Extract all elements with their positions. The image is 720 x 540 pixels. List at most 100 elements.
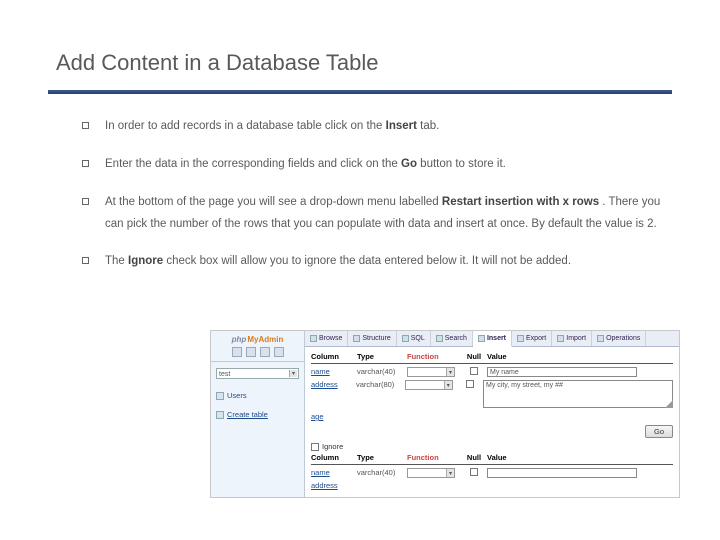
col-name: age bbox=[311, 412, 357, 421]
import-icon bbox=[557, 335, 564, 342]
insert-row: address bbox=[311, 481, 673, 490]
database-select-value: test bbox=[217, 371, 230, 378]
hdr-function: Function bbox=[407, 453, 461, 462]
col-name: name bbox=[311, 367, 357, 376]
tab-search[interactable]: Search bbox=[431, 331, 473, 346]
bullet-text: At the bottom of the page you will see a… bbox=[105, 196, 442, 208]
tab-label: Operations bbox=[606, 335, 640, 342]
col-type: varchar(40) bbox=[357, 367, 407, 376]
bullet-text: The bbox=[105, 255, 128, 267]
resize-handle-icon[interactable] bbox=[665, 400, 673, 408]
export-icon bbox=[517, 335, 524, 342]
logo-php: php bbox=[232, 335, 247, 344]
tree-table-item[interactable]: Users bbox=[216, 389, 299, 402]
value-text: My city, my street, my ## bbox=[486, 382, 563, 389]
go-button[interactable]: Go bbox=[645, 425, 673, 438]
search-icon bbox=[436, 335, 443, 342]
bullet-text: tab. bbox=[417, 120, 439, 132]
bullet-bold: Go bbox=[401, 158, 417, 170]
hdr-null: Null bbox=[461, 352, 487, 361]
tab-export[interactable]: Export bbox=[512, 331, 552, 346]
bullet-marker bbox=[82, 160, 89, 167]
bullet-item: At the bottom of the page you will see a… bbox=[82, 192, 672, 236]
bullet-marker bbox=[82, 122, 89, 129]
null-checkbox[interactable] bbox=[470, 367, 478, 375]
bullet-list: In order to add records in a database ta… bbox=[48, 116, 672, 273]
tree-label: Create table bbox=[227, 410, 268, 419]
chevron-down-icon: ▾ bbox=[446, 368, 454, 376]
value-input[interactable] bbox=[487, 468, 637, 478]
pma-logo: phpMyAdmin bbox=[211, 331, 304, 347]
ignore-row: Ignore bbox=[311, 442, 673, 451]
database-select[interactable]: test ▾ bbox=[216, 368, 299, 379]
insert-row: age bbox=[311, 412, 673, 421]
function-select[interactable]: ▾ bbox=[407, 468, 455, 478]
browse-icon bbox=[310, 335, 317, 342]
bullet-bold: Ignore bbox=[128, 255, 163, 267]
tab-label: Browse bbox=[319, 335, 342, 342]
tab-sql[interactable]: SQL bbox=[397, 331, 431, 346]
function-select[interactable]: ▾ bbox=[405, 380, 453, 390]
bullet-text: button to store it. bbox=[417, 158, 506, 170]
bullet-marker bbox=[82, 198, 89, 205]
null-checkbox[interactable] bbox=[470, 468, 478, 476]
chevron-down-icon: ▾ bbox=[444, 381, 452, 389]
value-textarea[interactable]: My city, my street, my ## bbox=[483, 380, 673, 408]
tab-browse[interactable]: Browse bbox=[305, 331, 348, 346]
hdr-column: Column bbox=[311, 352, 357, 361]
slide-title: Add Content in a Database Table bbox=[48, 50, 672, 76]
bullet-item: In order to add records in a database ta… bbox=[82, 116, 672, 138]
insert-header-row: Column Type Function Null Value bbox=[311, 453, 673, 465]
col-type: varchar(40) bbox=[357, 468, 407, 477]
pma-main: Browse Structure SQL Search Insert Expor… bbox=[305, 331, 679, 497]
sql-tab-icon bbox=[402, 335, 409, 342]
value-input[interactable]: My name bbox=[487, 367, 637, 377]
tab-label: Search bbox=[445, 335, 467, 342]
hdr-type: Type bbox=[357, 453, 407, 462]
hdr-null: Null bbox=[461, 453, 487, 462]
bullet-bold: Insert bbox=[386, 120, 417, 132]
create-icon bbox=[216, 411, 224, 419]
tab-label: Structure bbox=[362, 335, 390, 342]
hdr-value: Value bbox=[487, 352, 673, 361]
insert-row: name varchar(40) ▾ bbox=[311, 468, 673, 478]
pma-tree: Users Create table bbox=[211, 385, 304, 425]
chevron-down-icon: ▾ bbox=[446, 469, 454, 477]
pma-sidebar: phpMyAdmin test ▾ Users Create table bbox=[211, 331, 305, 497]
phpmyadmin-screenshot: phpMyAdmin test ▾ Users Create table Bro… bbox=[210, 330, 680, 498]
insert-row: name varchar(40) ▾ My name bbox=[311, 367, 673, 377]
tab-label: Export bbox=[526, 335, 546, 342]
sql-icon[interactable] bbox=[246, 347, 256, 357]
tab-structure[interactable]: Structure bbox=[348, 331, 396, 346]
title-rule bbox=[48, 90, 672, 94]
tab-operations[interactable]: Operations bbox=[592, 331, 646, 346]
tree-create-table[interactable]: Create table bbox=[216, 408, 299, 421]
table-icon bbox=[216, 392, 224, 400]
value-text: My name bbox=[490, 369, 519, 376]
bullet-marker bbox=[82, 257, 89, 264]
bullet-text: check box will allow you to ignore the d… bbox=[163, 255, 571, 267]
tab-label: Import bbox=[566, 335, 586, 342]
bullet-item: The Ignore check box will allow you to i… bbox=[82, 251, 672, 273]
tab-insert[interactable]: Insert bbox=[473, 331, 512, 347]
col-name: name bbox=[311, 468, 357, 477]
chevron-down-icon: ▾ bbox=[289, 370, 297, 377]
tab-import[interactable]: Import bbox=[552, 331, 592, 346]
ignore-checkbox[interactable] bbox=[311, 443, 319, 451]
home-icon[interactable] bbox=[232, 347, 242, 357]
col-name: address bbox=[311, 380, 356, 389]
reload-icon[interactable] bbox=[274, 347, 284, 357]
logo-myadmin: MyAdmin bbox=[247, 335, 283, 344]
operations-icon bbox=[597, 335, 604, 342]
function-select[interactable]: ▾ bbox=[407, 367, 455, 377]
insert-form: Column Type Function Null Value name var… bbox=[305, 347, 679, 498]
bullet-text: In order to add records in a database ta… bbox=[105, 120, 386, 132]
bullet-item: Enter the data in the corresponding fiel… bbox=[82, 154, 672, 176]
null-checkbox[interactable] bbox=[466, 380, 474, 388]
tab-label: SQL bbox=[411, 335, 425, 342]
bullet-text: Enter the data in the corresponding fiel… bbox=[105, 158, 401, 170]
docs-icon[interactable] bbox=[260, 347, 270, 357]
hdr-type: Type bbox=[357, 352, 407, 361]
pma-tabs: Browse Structure SQL Search Insert Expor… bbox=[305, 331, 679, 347]
bullet-bold: Restart insertion with x rows bbox=[442, 196, 599, 208]
